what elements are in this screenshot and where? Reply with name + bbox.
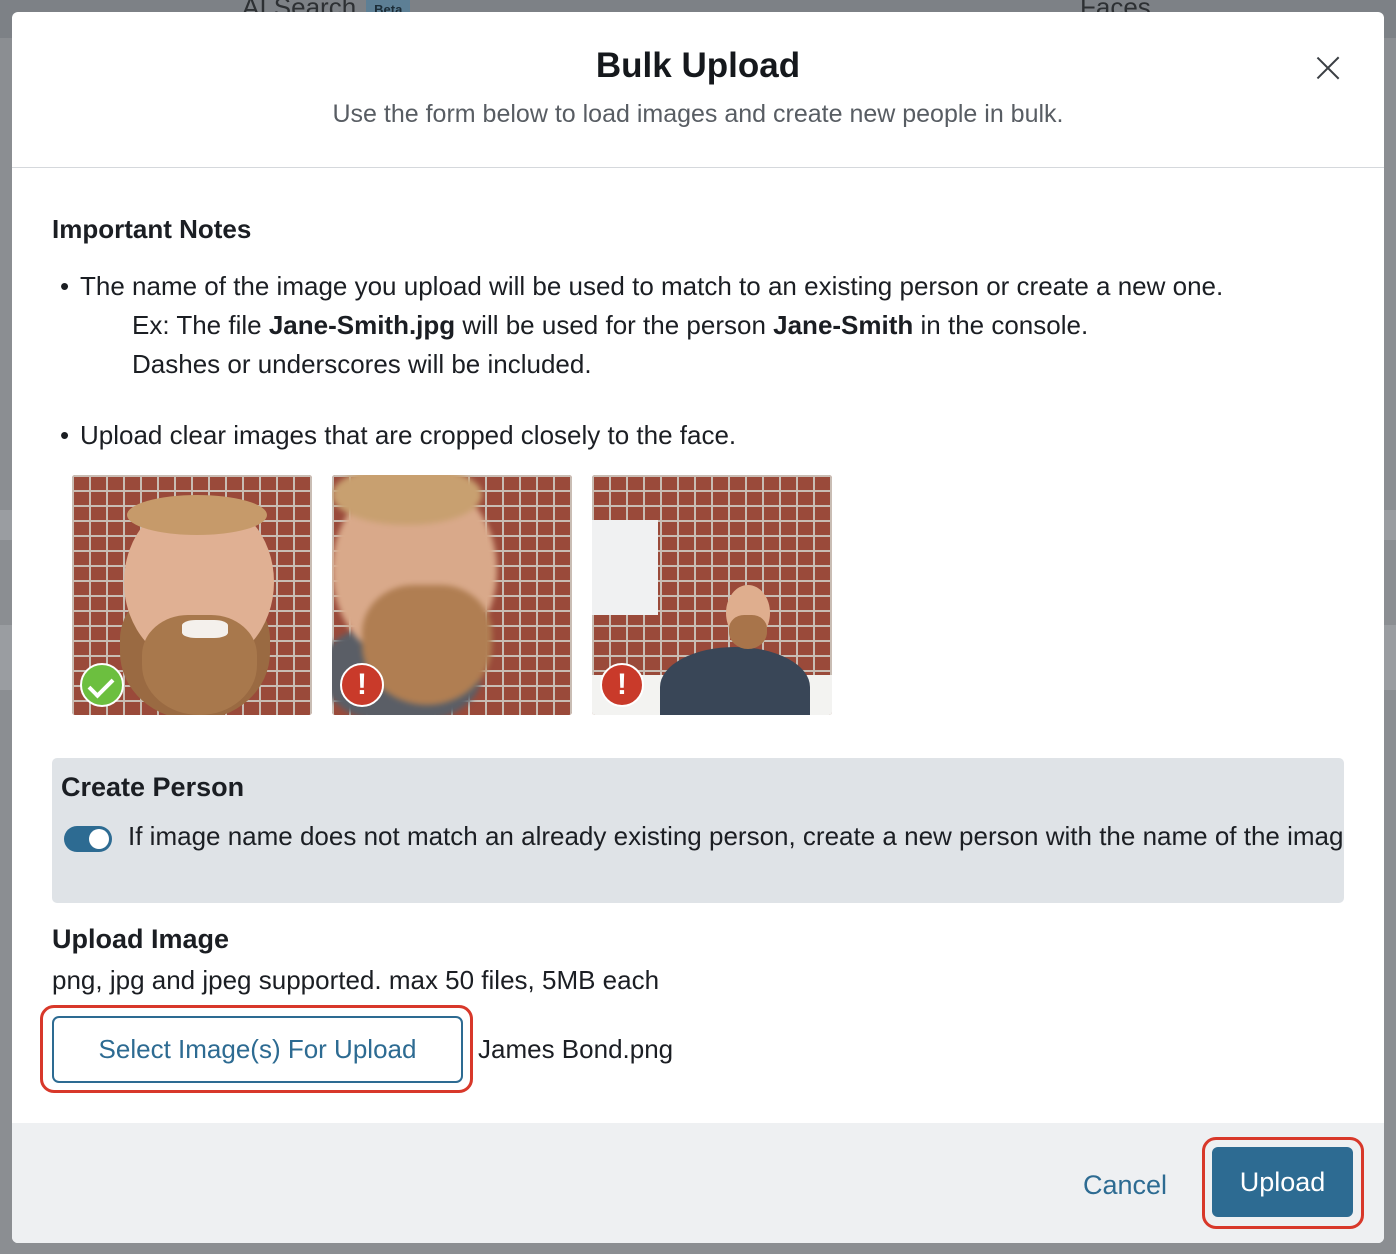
bullet-dot: •: [60, 271, 70, 301]
modal-title: Bulk Upload: [595, 46, 801, 85]
face-photo: [729, 615, 767, 649]
example-image-blurry: !: [332, 475, 572, 715]
background-row: [1384, 510, 1396, 540]
note-example: Ex: The file Jane-Smith.jpg will be used…: [132, 310, 1088, 341]
background-row: [0, 625, 12, 690]
face-photo: [127, 495, 267, 535]
select-images-button[interactable]: Select Image(s) For Upload: [52, 1016, 463, 1083]
create-person-toggle[interactable]: [64, 826, 112, 852]
example-images: ! !: [72, 475, 832, 715]
note-text: Ex: The file: [132, 310, 269, 340]
example-person-name: Jane-Smith: [773, 310, 914, 340]
note-dashes: Dashes or underscores will be included.: [132, 349, 592, 379]
modal-subtitle: Use the form below to load images and cr…: [332, 100, 1064, 128]
note-text: in the console.: [913, 310, 1089, 340]
background-row: [0, 510, 12, 540]
example-image-good: [72, 475, 312, 715]
create-person-title: Create Person: [61, 772, 245, 802]
window: [592, 520, 658, 615]
selected-file-name: James Bond.png: [478, 1034, 674, 1064]
exclamation-icon: !: [340, 663, 384, 707]
note-bullet-2: • Upload clear images that are cropped cl…: [60, 420, 736, 451]
close-icon[interactable]: [1314, 54, 1342, 82]
note-text: The name of the image you upload will be…: [80, 271, 1224, 301]
note-text: Upload clear images that are cropped clo…: [80, 420, 737, 450]
example-file-name: Jane-Smith.jpg: [268, 310, 456, 340]
upload-image-heading: Upload Image: [52, 924, 230, 954]
note-bullet-1: • The name of the image you upload will b…: [60, 271, 1223, 302]
face-photo: [182, 620, 228, 638]
modal-footer: [12, 1123, 1384, 1243]
bullet-dot: •: [60, 420, 70, 450]
example-image-too-far: !: [592, 475, 832, 715]
modal-header: Bulk Upload Use the form below to load i…: [12, 12, 1384, 168]
notes-heading: Important Notes: [52, 214, 252, 244]
background-row: [1384, 625, 1396, 690]
upload-button[interactable]: Upload: [1212, 1147, 1353, 1217]
checkmark-icon: [80, 663, 124, 707]
cancel-button[interactable]: Cancel: [1083, 1170, 1167, 1201]
note-text: will be used for the person: [455, 310, 774, 340]
create-person-label: If image name does not match an already …: [128, 821, 1344, 851]
bulk-upload-modal: Bulk Upload Use the form below to load i…: [12, 12, 1384, 1243]
exclamation-icon: !: [600, 663, 644, 707]
create-person-panel: Create Person If image name does not mat…: [52, 758, 1344, 903]
upload-image-hint: png, jpg and jpeg supported. max 50 file…: [52, 965, 660, 995]
